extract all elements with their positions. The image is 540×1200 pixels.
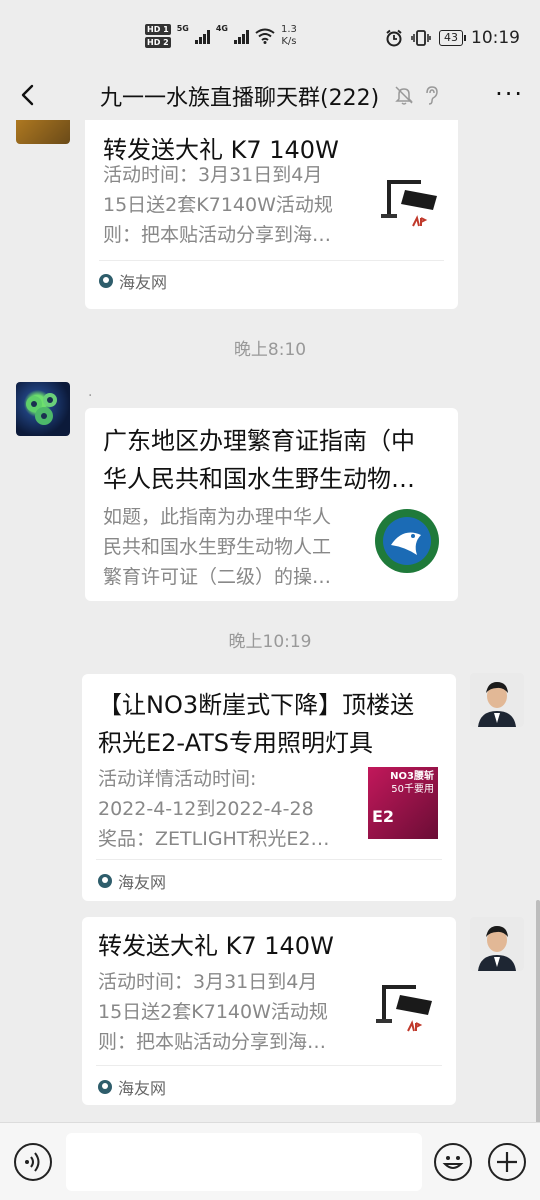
fisheries-logo-thumbnail xyxy=(375,509,439,573)
coral-avatar-image xyxy=(26,393,57,425)
source-name: 海友网 xyxy=(118,873,167,892)
wifi-icon xyxy=(255,28,275,44)
mute-bell-icon xyxy=(395,86,413,105)
message-text-input[interactable] xyxy=(66,1133,422,1191)
card-description-line: 民共和国水生野生动物人工 xyxy=(103,536,332,558)
thumb-text: 50千要用 xyxy=(391,784,434,795)
message-input-bar xyxy=(0,1122,540,1200)
signal-2-icon xyxy=(233,28,249,44)
card-description-line: 15日送2套K7140W活动规 xyxy=(103,194,333,216)
card-title-line: 华人民共和国水生野生动物… xyxy=(103,465,415,493)
system-status: 43 10:19 xyxy=(385,28,520,48)
card-description-line: 15日送2套K7140W活动规 xyxy=(98,1001,328,1023)
person-photo-avatar xyxy=(470,673,524,727)
ear-icon xyxy=(426,86,438,105)
light-fixture-thumbnail xyxy=(381,180,437,227)
voice-input-button[interactable] xyxy=(14,1143,52,1181)
network-5g-label: 5G xyxy=(176,24,189,33)
source-logo-icon xyxy=(98,874,112,888)
signal-1-icon xyxy=(194,28,210,44)
chat-header: 九一一水族直播聊天群(222) ··· xyxy=(0,70,540,120)
card-title-line: 【让NO3断崖式下降】顶楼送 xyxy=(98,691,415,719)
source-name: 海友网 xyxy=(118,1079,167,1098)
back-arrow-icon[interactable] xyxy=(14,78,44,112)
emoji-button[interactable] xyxy=(434,1143,472,1181)
sender-name: . xyxy=(88,384,93,400)
status-bar: HD 1 HD 2 5G 4G 1.3 K/s 43 10:19 xyxy=(0,0,540,70)
card-source: 海友网 xyxy=(98,1075,166,1099)
hd-2-badge: HD 2 xyxy=(145,37,171,48)
card-divider xyxy=(99,260,444,261)
sender-avatar[interactable] xyxy=(16,120,70,144)
card-description-line: 则：把本贴活动分享到海… xyxy=(98,1031,327,1053)
source-logo-icon xyxy=(99,274,113,288)
card-divider xyxy=(96,859,442,860)
battery-indicator: 43 xyxy=(439,30,466,46)
network-4g-label: 4G xyxy=(215,24,228,33)
voice-wave-icon xyxy=(25,1152,40,1172)
hd-indicators: HD 1 HD 2 xyxy=(145,24,171,48)
thumb-text: NO3腰斩 xyxy=(390,771,434,782)
chat-title: 九一一水族直播聊天群(222) xyxy=(100,86,380,111)
message-list[interactable]: 转发送大礼 K7 140W 活动时间：3月31日到4月 15日送2套K7140W… xyxy=(0,120,540,1122)
link-card[interactable]: 转发送大礼 K7 140W 活动时间：3月31日到4月 15日送2套K7140W… xyxy=(82,917,456,1105)
card-description-line: 奖品：ZETLIGHT积光E2… xyxy=(98,828,330,850)
timestamp: 晚上8:10 xyxy=(233,340,307,360)
person-photo-avatar xyxy=(470,917,524,971)
card-title: 转发送大礼 K7 140W xyxy=(98,932,334,960)
card-description-line: 活动时间：3月31日到4月 xyxy=(103,164,323,186)
source-logo-icon xyxy=(98,1080,112,1094)
network-speed-value: 1.3 xyxy=(280,24,297,35)
card-description-line: 活动时间：3月31日到4月 xyxy=(98,971,318,993)
card-description-line: 如题，此指南为办理中华人 xyxy=(103,506,332,528)
vibrate-icon xyxy=(411,30,431,46)
card-description-line: 活动详情活动时间: xyxy=(98,768,257,790)
card-description-line: 2022-4-12到2022-4-28 xyxy=(98,798,314,820)
card-source: 海友网 xyxy=(98,869,166,893)
hd-1-badge: HD 1 xyxy=(145,24,171,35)
plus-icon xyxy=(497,1152,517,1172)
sender-avatar[interactable] xyxy=(16,382,70,436)
scrollbar-thumb[interactable] xyxy=(536,900,540,1122)
link-card[interactable]: 【让NO3断崖式下降】顶楼送 积光E2-ATS专用照明灯具 活动详情活动时间: … xyxy=(82,674,456,901)
link-card[interactable]: 广东地区办理繁育证指南（中 华人民共和国水生野生动物… 如题，此指南为办理中华人… xyxy=(85,408,458,601)
network-speed: 1.3 K/s xyxy=(281,24,297,48)
network-speed-unit: K/s xyxy=(281,36,297,47)
network-status: HD 1 HD 2 5G 4G 1.3 K/s xyxy=(145,24,297,48)
card-description-line: 繁育许可证（二级）的操… xyxy=(103,566,332,588)
source-name: 海友网 xyxy=(119,273,168,292)
more-functions-button[interactable] xyxy=(488,1143,526,1181)
my-avatar[interactable] xyxy=(470,673,524,727)
card-title-line: 积光E2-ATS专用照明灯具 xyxy=(98,729,374,757)
card-description-line: 则：把本贴活动分享到海… xyxy=(103,224,332,246)
timestamp: 晚上10:19 xyxy=(228,632,312,652)
link-card[interactable]: 转发送大礼 K7 140W 活动时间：3月31日到4月 15日送2套K7140W… xyxy=(85,120,458,309)
card-title-line: 广东地区办理繁育证指南（中 xyxy=(103,427,415,455)
alarm-icon xyxy=(386,29,402,47)
more-options-button[interactable]: ··· xyxy=(495,80,524,108)
card-source: 海友网 xyxy=(99,269,167,293)
light-fixture-thumbnail xyxy=(376,985,432,1032)
card-divider xyxy=(96,1065,442,1066)
clock: 10:19 xyxy=(471,28,520,48)
thumb-text: E2 xyxy=(372,807,395,826)
smiley-icon xyxy=(442,1156,464,1169)
promo-thumbnail: NO3腰斩 50千要用 E2 xyxy=(368,767,438,839)
my-avatar[interactable] xyxy=(470,917,524,971)
